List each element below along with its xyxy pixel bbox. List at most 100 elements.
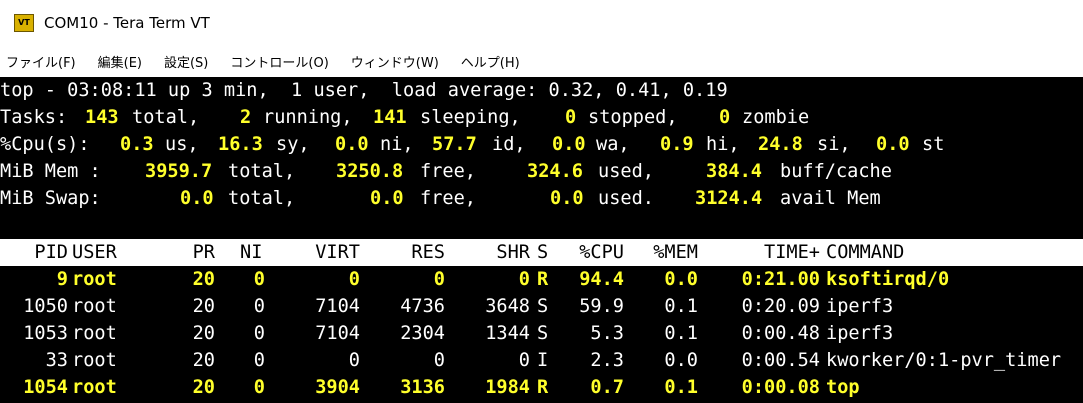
cell-virt: 3904 bbox=[315, 377, 360, 398]
cell-user: root bbox=[72, 296, 117, 317]
cell-state: R bbox=[537, 269, 549, 290]
menu-help[interactable]: ヘルプ(H) bbox=[461, 52, 520, 71]
table-row[interactable]: 1054 root 20 0 3904 3136 1984 R 0.7 0.1 … bbox=[0, 374, 1083, 401]
swap-avail-label: avail Mem bbox=[780, 188, 881, 209]
cell-virt: 7104 bbox=[315, 296, 360, 317]
cell-pr: 20 bbox=[192, 323, 215, 344]
menu-window[interactable]: ウィンドウ(W) bbox=[351, 52, 439, 71]
cell-pr: 20 bbox=[192, 269, 215, 290]
cpu-label: %Cpu(s): bbox=[0, 134, 90, 155]
mem-total-label: total, bbox=[228, 161, 296, 182]
cell-shr: 0 bbox=[518, 350, 530, 371]
cell-res: 0 bbox=[433, 350, 445, 371]
cell-cpu: 2.3 bbox=[590, 350, 624, 371]
col-time: TIME+ bbox=[764, 242, 820, 263]
swap-label: MiB Swap: bbox=[0, 188, 101, 209]
mem-free: 3250.8 bbox=[336, 161, 404, 182]
cell-res: 2304 bbox=[400, 323, 445, 344]
cell-cpu: 0.7 bbox=[590, 377, 624, 398]
table-row[interactable]: 1050 root 20 0 7104 4736 3648 S 59.9 0.1… bbox=[0, 293, 1083, 320]
cell-ni: 0 bbox=[253, 377, 265, 398]
cell-cpu: 5.3 bbox=[590, 323, 624, 344]
cell-command: top bbox=[826, 377, 860, 398]
cell-pid: 1050 bbox=[23, 296, 68, 317]
mem-total: 3959.7 bbox=[145, 161, 213, 182]
cpu-us-label: us, bbox=[165, 134, 199, 155]
table-row[interactable]: 1053 root 20 0 7104 2304 1344 S 5.3 0.1 … bbox=[0, 320, 1083, 347]
cell-mem: 0.1 bbox=[664, 323, 698, 344]
cell-state: R bbox=[537, 377, 549, 398]
title-bar: VT COM10 - Tera Term VT bbox=[0, 0, 1083, 46]
cell-time: 0:00.48 bbox=[741, 323, 820, 344]
cpu-id-label: id, bbox=[492, 134, 526, 155]
tasks-zombie-label: zombie bbox=[742, 107, 810, 128]
cell-state: S bbox=[537, 296, 549, 317]
cell-cpu: 94.4 bbox=[579, 269, 624, 290]
cell-user: root bbox=[72, 269, 117, 290]
cpu-hi-label: hi, bbox=[706, 134, 740, 155]
cell-command: iperf3 bbox=[826, 323, 894, 344]
tasks-running: 2 bbox=[240, 107, 252, 128]
menu-edit[interactable]: 編集(E) bbox=[98, 52, 142, 71]
tera-term-icon: VT bbox=[14, 14, 34, 32]
table-row[interactable]: 9 root 20 0 0 0 0 R 94.4 0.0 0:21.00 kso… bbox=[0, 266, 1083, 293]
cpu-si: 24.8 bbox=[758, 134, 803, 155]
summary-swap-line: MiB Swap: 0.0 total, 0.0 free, 0.0 used.… bbox=[0, 185, 1083, 212]
cell-shr: 1984 bbox=[485, 377, 530, 398]
cell-pid: 1054 bbox=[23, 377, 68, 398]
cell-command: ksoftirqd/0 bbox=[826, 269, 950, 290]
cell-user: root bbox=[72, 323, 117, 344]
col-ni: NI bbox=[240, 242, 263, 263]
menu-setup[interactable]: 設定(S) bbox=[164, 52, 208, 71]
tasks-sleeping-label: sleeping, bbox=[420, 107, 521, 128]
cell-ni: 0 bbox=[253, 323, 265, 344]
cpu-ni: 0.0 bbox=[335, 134, 369, 155]
cpu-sy: 16.3 bbox=[218, 134, 263, 155]
cpu-id: 57.7 bbox=[432, 134, 477, 155]
summary-mem-line: MiB Mem : 3959.7 total, 3250.8 free, 324… bbox=[0, 158, 1083, 185]
col-res: RES bbox=[411, 242, 445, 263]
cell-ni: 0 bbox=[253, 350, 265, 371]
menu-file[interactable]: ファイル(F) bbox=[6, 52, 76, 71]
cell-mem: 0.0 bbox=[664, 350, 698, 371]
summary-uptime-line: top - 03:08:11 up 3 min, 1 user, load av… bbox=[0, 77, 1083, 104]
cell-pid: 1053 bbox=[23, 323, 68, 344]
cell-ni: 0 bbox=[253, 269, 265, 290]
cell-time: 0:20.09 bbox=[741, 296, 820, 317]
cell-time: 0:00.54 bbox=[741, 350, 820, 371]
cell-virt: 0 bbox=[348, 350, 360, 371]
summary-tasks-line: Tasks: 143 total, 2 running, 141 sleepin… bbox=[0, 104, 1083, 131]
summary-cpu-line: %Cpu(s): 0.3 us, 16.3 sy, 0.0 ni, 57.7 i… bbox=[0, 131, 1083, 158]
tasks-running-label: running, bbox=[263, 107, 353, 128]
cell-command: iperf3 bbox=[826, 296, 894, 317]
menu-control[interactable]: コントロール(O) bbox=[230, 52, 328, 71]
mem-used: 324.6 bbox=[527, 161, 583, 182]
cell-virt: 7104 bbox=[315, 323, 360, 344]
swap-total-label: total, bbox=[228, 188, 296, 209]
mem-used-label: used, bbox=[598, 161, 654, 182]
swap-used-label: used. bbox=[598, 188, 654, 209]
tasks-total: 143 bbox=[85, 107, 119, 128]
table-row[interactable]: 33 root 20 0 0 0 0 I 2.3 0.0 0:00.54 kwo… bbox=[0, 347, 1083, 374]
cell-pr: 20 bbox=[192, 377, 215, 398]
tasks-zombie: 0 bbox=[719, 107, 731, 128]
terminal-screen[interactable]: top - 03:08:11 up 3 min, 1 user, load av… bbox=[0, 77, 1083, 403]
cpu-st-label: st bbox=[922, 134, 945, 155]
swap-avail: 3124.4 bbox=[695, 188, 763, 209]
cell-pid: 9 bbox=[56, 269, 68, 290]
cpu-us: 0.3 bbox=[120, 134, 154, 155]
swap-free-label: free, bbox=[420, 188, 476, 209]
cell-shr: 1344 bbox=[485, 323, 530, 344]
window-title: COM10 - Tera Term VT bbox=[44, 14, 210, 32]
cell-mem: 0.0 bbox=[664, 269, 698, 290]
cell-shr: 0 bbox=[518, 269, 530, 290]
swap-used: 0.0 bbox=[550, 188, 584, 209]
cell-mem: 0.1 bbox=[664, 377, 698, 398]
cpu-wa: 0.0 bbox=[552, 134, 586, 155]
cpu-st: 0.0 bbox=[876, 134, 910, 155]
swap-total: 0.0 bbox=[180, 188, 214, 209]
cell-shr: 3648 bbox=[485, 296, 530, 317]
cell-pid: 33 bbox=[45, 350, 68, 371]
menu-bar: ファイル(F) 編集(E) 設定(S) コントロール(O) ウィンドウ(W) ヘ… bbox=[0, 46, 1083, 76]
tasks-total-label: total, bbox=[132, 107, 200, 128]
